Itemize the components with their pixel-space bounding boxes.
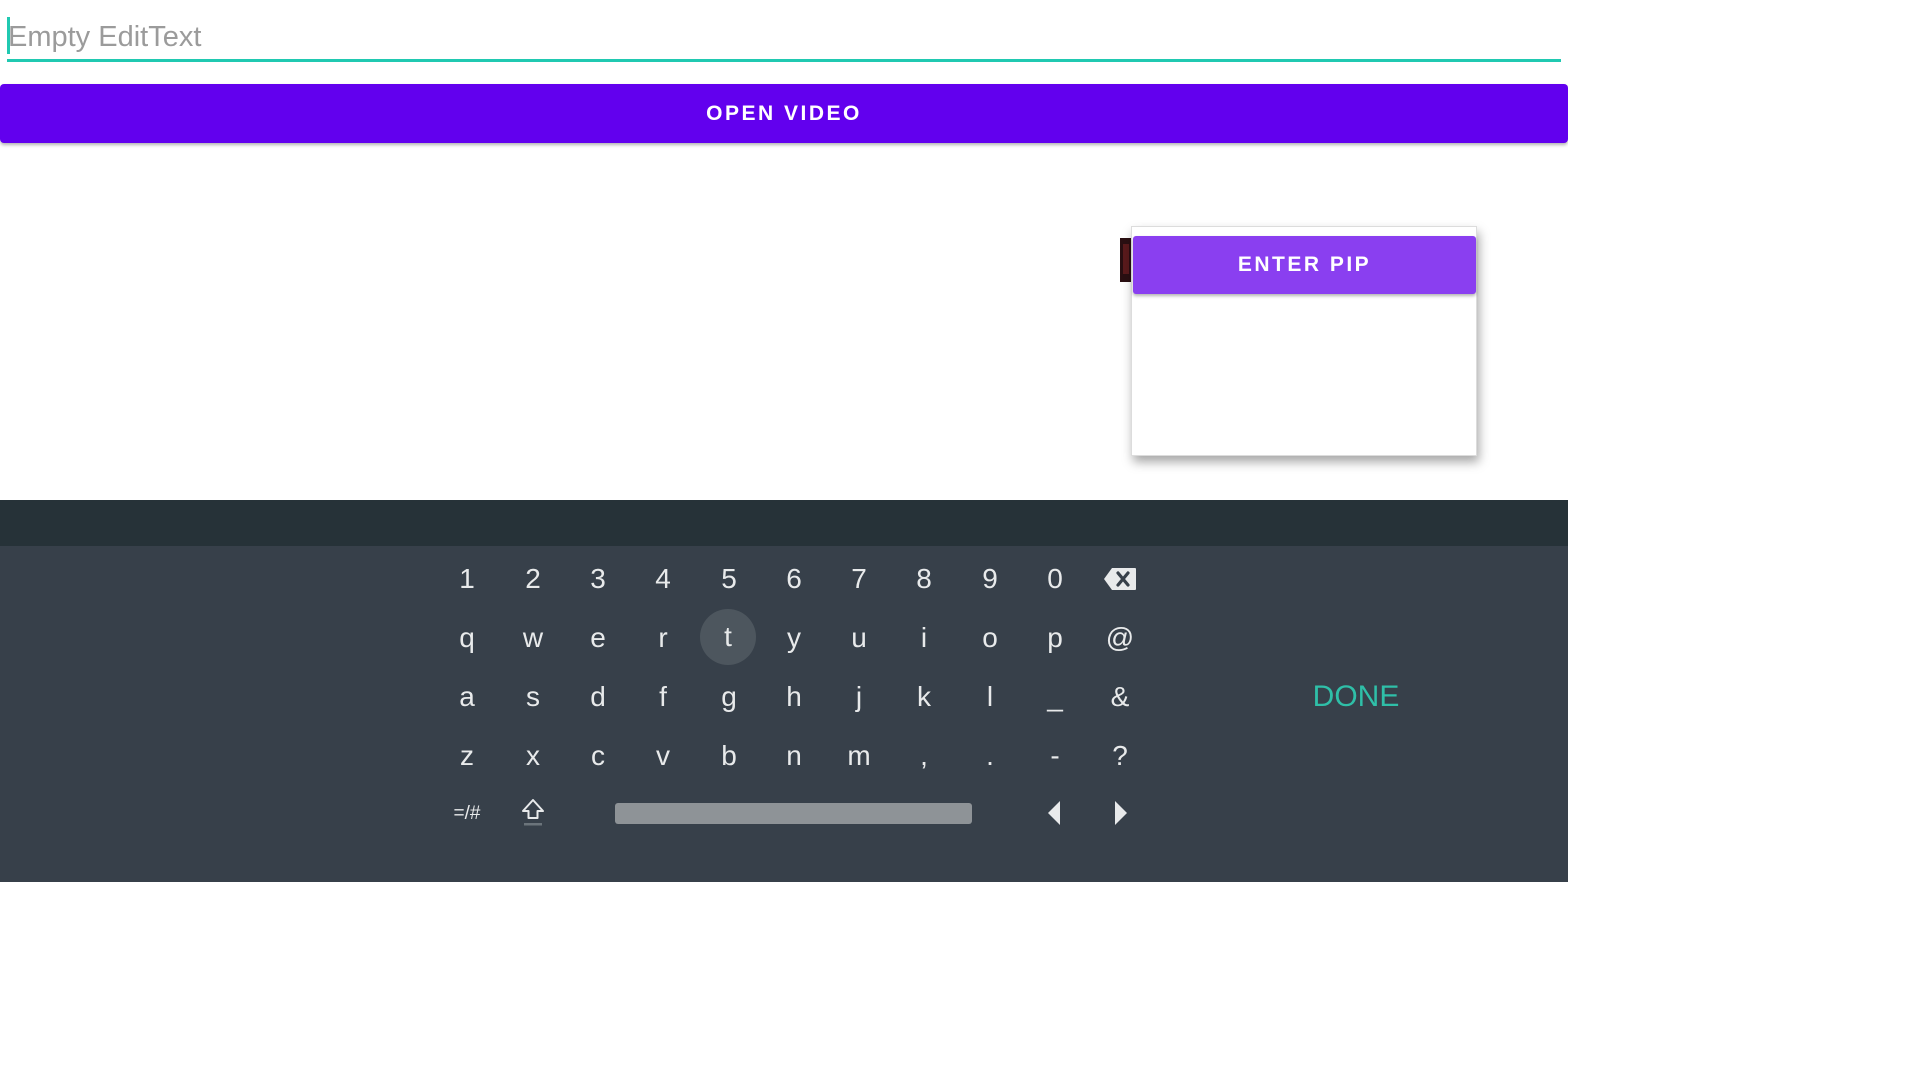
key-n[interactable]: n <box>766 728 822 784</box>
key-ampersand[interactable]: & <box>1092 669 1148 725</box>
shift-icon[interactable] <box>505 785 561 841</box>
key-question[interactable]: ? <box>1092 728 1148 784</box>
key-k[interactable]: k <box>896 669 952 725</box>
key-l[interactable]: l <box>962 669 1018 725</box>
key-hyphen[interactable]: - <box>1027 728 1083 784</box>
enter-pip-button[interactable]: ENTER PIP <box>1133 236 1476 294</box>
backspace-icon[interactable] <box>1092 551 1148 607</box>
key-w[interactable]: w <box>505 610 561 666</box>
key-f[interactable]: f <box>635 669 691 725</box>
key-u[interactable]: u <box>831 610 887 666</box>
key-y[interactable]: y <box>766 610 822 666</box>
key-i[interactable]: i <box>896 610 952 666</box>
key-q[interactable]: q <box>439 610 495 666</box>
symbols-key[interactable]: =/# <box>439 785 495 841</box>
key-m[interactable]: m <box>831 728 887 784</box>
key-d[interactable]: d <box>570 669 626 725</box>
key-t-focused[interactable]: t <box>700 609 756 665</box>
key-j[interactable]: j <box>831 669 887 725</box>
key-4[interactable]: 4 <box>635 551 691 607</box>
key-1[interactable]: 1 <box>439 551 495 607</box>
key-underscore[interactable]: _ <box>1027 669 1083 725</box>
key-e[interactable]: e <box>570 610 626 666</box>
key-b[interactable]: b <box>701 728 757 784</box>
space-bar[interactable] <box>615 803 972 824</box>
key-v[interactable]: v <box>635 728 691 784</box>
key-s[interactable]: s <box>505 669 561 725</box>
edit-text-placeholder: Empty EditText <box>8 21 202 53</box>
edit-text-field[interactable]: Empty EditText <box>7 14 1561 62</box>
key-p[interactable]: p <box>1027 610 1083 666</box>
key-x[interactable]: x <box>505 728 561 784</box>
keyboard-suggestion-bar <box>0 500 1568 546</box>
key-h[interactable]: h <box>766 669 822 725</box>
key-0[interactable]: 0 <box>1027 551 1083 607</box>
open-video-button[interactable]: OPEN VIDEO <box>0 84 1568 143</box>
key-2[interactable]: 2 <box>505 551 561 607</box>
key-period[interactable]: . <box>962 728 1018 784</box>
key-z[interactable]: z <box>439 728 495 784</box>
app-screen: Empty EditText OPEN VIDEO ENTER PIP 1 2 … <box>0 0 1568 882</box>
key-g[interactable]: g <box>701 669 757 725</box>
key-8[interactable]: 8 <box>896 551 952 607</box>
done-button[interactable]: DONE <box>1296 672 1416 722</box>
key-3[interactable]: 3 <box>570 551 626 607</box>
cursor-left-icon[interactable] <box>1026 785 1082 841</box>
key-7[interactable]: 7 <box>831 551 887 607</box>
key-at[interactable]: @ <box>1092 610 1148 666</box>
cursor-right-icon[interactable] <box>1093 785 1149 841</box>
key-5[interactable]: 5 <box>701 551 757 607</box>
key-r[interactable]: r <box>635 610 691 666</box>
key-6[interactable]: 6 <box>766 551 822 607</box>
key-c[interactable]: c <box>570 728 626 784</box>
key-a[interactable]: a <box>439 669 495 725</box>
key-o[interactable]: o <box>962 610 1018 666</box>
key-9[interactable]: 9 <box>962 551 1018 607</box>
key-comma[interactable]: , <box>896 728 952 784</box>
